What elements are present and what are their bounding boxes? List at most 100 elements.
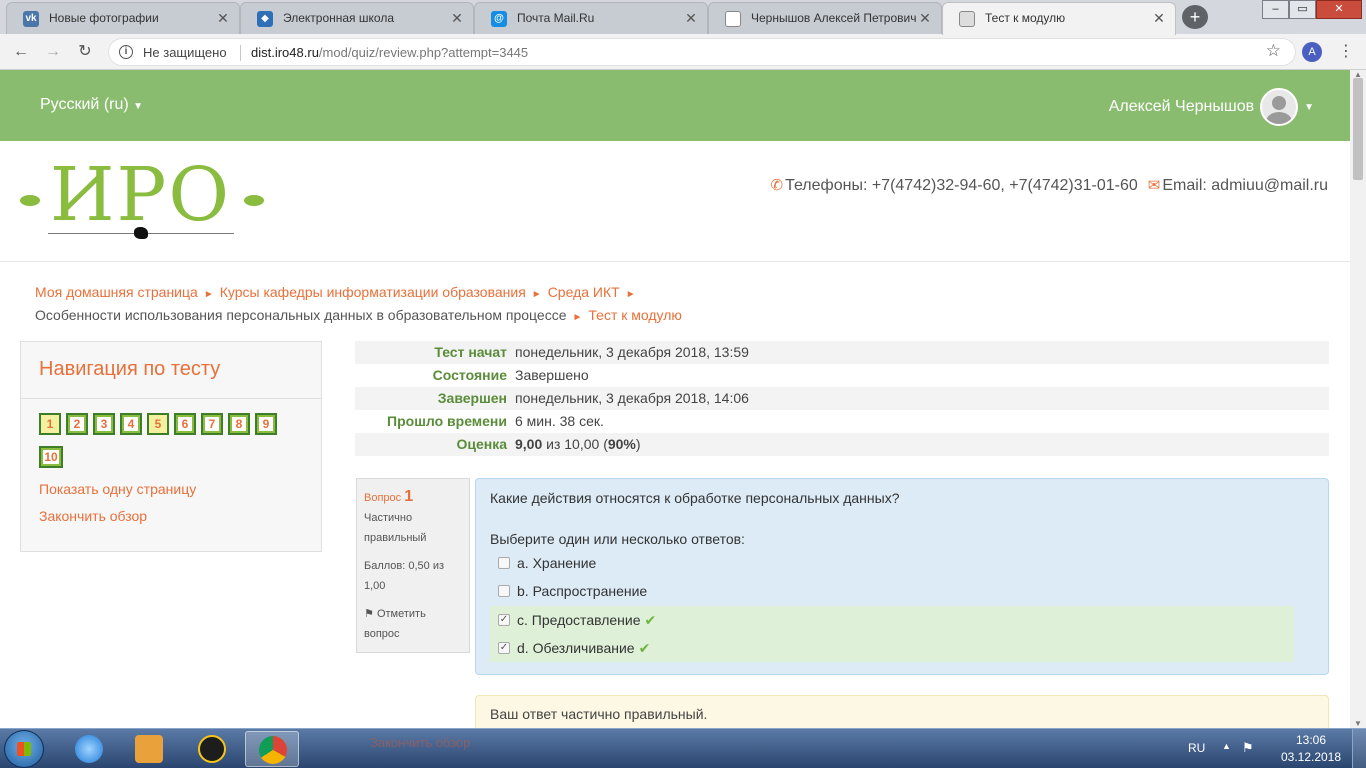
summary-value: понедельник, 3 декабря 2018, 13:59 — [515, 344, 749, 360]
breadcrumb-home[interactable]: Моя домашняя страница — [35, 284, 198, 300]
close-tab-icon[interactable]: ✕ — [683, 3, 699, 33]
quiz-navigation-block: Навигация по тесту 1 2 3 4 5 6 7 8 9 10 … — [20, 341, 322, 552]
page-scrollbar[interactable]: ▲ ▼ — [1350, 70, 1366, 728]
summary-row: Оценка 9,00 из 10,00 (90%) — [355, 433, 1329, 456]
scroll-down-icon[interactable]: ▼ — [1354, 719, 1362, 728]
summary-value: 6 мин. 38 сек. — [515, 413, 604, 429]
minimize-icon[interactable]: – — [1262, 0, 1289, 19]
show-one-page-link[interactable]: Показать одну страницу — [39, 481, 196, 497]
url-text[interactable]: dist.iro48.ru/mod/quiz/review.php?attemp… — [251, 45, 528, 60]
new-tab-button[interactable]: + — [1182, 5, 1208, 29]
breadcrumb-separator-icon: ► — [203, 289, 214, 300]
language-menu[interactable]: Русский (ru) ▼ — [40, 96, 143, 114]
tray-expand-icon[interactable]: ▲ — [1222, 741, 1231, 751]
flag-question-button[interactable]: ⚑ Отметить вопрос — [364, 604, 462, 644]
site-logo[interactable]: ИРО — [20, 153, 266, 243]
question-state: Частично правильный — [364, 512, 427, 544]
tab-title: Новые фотографии — [49, 11, 159, 25]
show-desktop-button[interactable] — [1352, 729, 1366, 768]
question-nav-button[interactable]: 8 — [228, 413, 250, 435]
user-name: Алексей Чернышов — [1108, 98, 1255, 115]
answer-option[interactable]: ✓ c. Предоставление ✔ — [490, 606, 1294, 634]
answer-checkbox[interactable]: ✓ — [498, 614, 510, 626]
answer-option[interactable]: ✓ d. Обезличивание ✔ — [490, 634, 1294, 662]
question-nav-button[interactable]: 7 — [201, 413, 223, 435]
question-info-panel: Вопрос 1 Частично правильный Баллов: 0,5… — [356, 478, 470, 653]
summary-value: понедельник, 3 декабря 2018, 14:06 — [515, 390, 749, 406]
breadcrumb-courses[interactable]: Курсы кафедры информатизации образования — [220, 284, 526, 300]
tab-school[interactable]: ◆ Электронная школа ✕ — [240, 2, 474, 34]
close-tab-icon[interactable]: ✕ — [1151, 3, 1167, 33]
breadcrumb-quiz[interactable]: Тест к модулю — [588, 307, 682, 323]
contact-info: ✆ Телефоны: +7(4742)32-94-60, +7(4742)31-… — [770, 176, 1328, 195]
question-nav-button[interactable]: 4 — [120, 413, 142, 435]
input-language[interactable]: RU — [1188, 741, 1205, 755]
phones-text: Телефоны: +7(4742)32-94-60, +7(4742)31-0… — [785, 177, 1138, 194]
answer-prompt: Выберите один или несколько ответов: — [490, 531, 745, 547]
divider — [240, 45, 241, 61]
close-tab-icon[interactable]: ✕ — [215, 3, 231, 33]
breadcrumb-separator-icon: ► — [572, 312, 583, 323]
summary-row: Завершен понедельник, 3 декабря 2018, 14… — [355, 387, 1329, 410]
start-button[interactable] — [4, 730, 44, 768]
action-center-flag-icon[interactable]: ⚑ — [1242, 740, 1254, 756]
question-nav-button[interactable]: 6 — [174, 413, 196, 435]
chevron-down-icon: ▼ — [133, 101, 144, 112]
info-icon[interactable]: i — [119, 45, 133, 59]
email-contact[interactable]: ✉ Email: admiuu@mail.ru — [1148, 176, 1328, 195]
finish-review-link[interactable]: Закончить обзор — [39, 508, 147, 524]
clock-time[interactable]: 13:06 — [1280, 733, 1342, 747]
breadcrumb-separator-icon: ► — [625, 289, 636, 300]
address-bar[interactable]: i Не защищено dist.iro48.ru/mod/quiz/rev… — [108, 38, 1296, 66]
summary-label: Тест начат — [434, 344, 507, 360]
mailru-icon: @ — [491, 11, 507, 27]
browser-menu-icon[interactable]: ⋮ — [1338, 42, 1354, 62]
phone-icon: ✆ — [770, 177, 784, 194]
taskbar-media[interactable] — [122, 731, 176, 767]
breadcrumb-course[interactable]: Особенности использования персональных д… — [35, 307, 566, 323]
question-nav-button[interactable]: 1 — [39, 413, 61, 435]
back-icon[interactable]: ← — [10, 41, 32, 63]
user-menu[interactable]: Алексей Чернышов ▼ — [1109, 88, 1314, 126]
window-controls: – ▭ ✕ — [1262, 0, 1362, 20]
maximize-icon[interactable]: ▭ — [1289, 0, 1316, 19]
clock-date[interactable]: 03.12.2018 — [1280, 750, 1342, 764]
answer-checkbox[interactable] — [498, 557, 510, 569]
question-nav-button[interactable]: 5 — [147, 413, 169, 435]
security-status[interactable]: Не защищено — [143, 45, 227, 60]
tab-mail[interactable]: @ Почта Mail.Ru ✕ — [474, 2, 708, 34]
answer-checkbox[interactable] — [498, 585, 510, 597]
tab-quiz[interactable]: Тест к модулю ✕ — [942, 2, 1176, 35]
forward-icon[interactable]: → — [42, 41, 64, 63]
taskbar-chrome[interactable] — [245, 731, 299, 767]
check-icon: ✔ — [644, 612, 657, 628]
ghost-text: Закончить обзор — [370, 735, 471, 750]
close-window-icon[interactable]: ✕ — [1316, 0, 1362, 19]
check-icon: ✔ — [638, 640, 651, 656]
answer-option[interactable]: b. Распространение — [490, 577, 1294, 605]
close-tab-icon[interactable]: ✕ — [449, 3, 465, 33]
tab-title: Чернышов Алексей Петрович — [751, 11, 917, 25]
question-content: Какие действия относятся к обработке пер… — [475, 478, 1329, 675]
taskbar-app[interactable] — [185, 731, 239, 767]
reload-icon[interactable]: ↻ — [74, 41, 96, 63]
tab-document[interactable]: Чернышов Алексей Петрович ✕ — [708, 2, 942, 34]
answer-option[interactable]: a. Хранение — [490, 549, 1294, 577]
breadcrumb-ict[interactable]: Среда ИКТ — [548, 284, 620, 300]
summary-label: Состояние — [432, 367, 507, 383]
tab-title: Тест к модулю — [985, 11, 1066, 25]
bookmark-star-icon[interactable]: ☆ — [1266, 41, 1281, 61]
answer-text: a. Хранение — [517, 555, 597, 571]
close-tab-icon[interactable]: ✕ — [917, 3, 933, 33]
tab-vk[interactable]: vk Новые фотографии ✕ — [6, 2, 240, 34]
question-nav-button[interactable]: 3 — [93, 413, 115, 435]
answer-checkbox[interactable]: ✓ — [498, 642, 510, 654]
question-nav-button[interactable]: 9 — [255, 413, 277, 435]
profile-avatar[interactable]: A — [1302, 42, 1322, 62]
envelope-icon: ✉ — [1147, 177, 1161, 194]
question-nav-button[interactable]: 2 — [66, 413, 88, 435]
scrollbar-thumb[interactable] — [1353, 78, 1363, 180]
taskbar-ie[interactable] — [62, 731, 116, 767]
question-nav-button[interactable]: 10 — [39, 446, 63, 468]
document-icon — [725, 11, 741, 27]
